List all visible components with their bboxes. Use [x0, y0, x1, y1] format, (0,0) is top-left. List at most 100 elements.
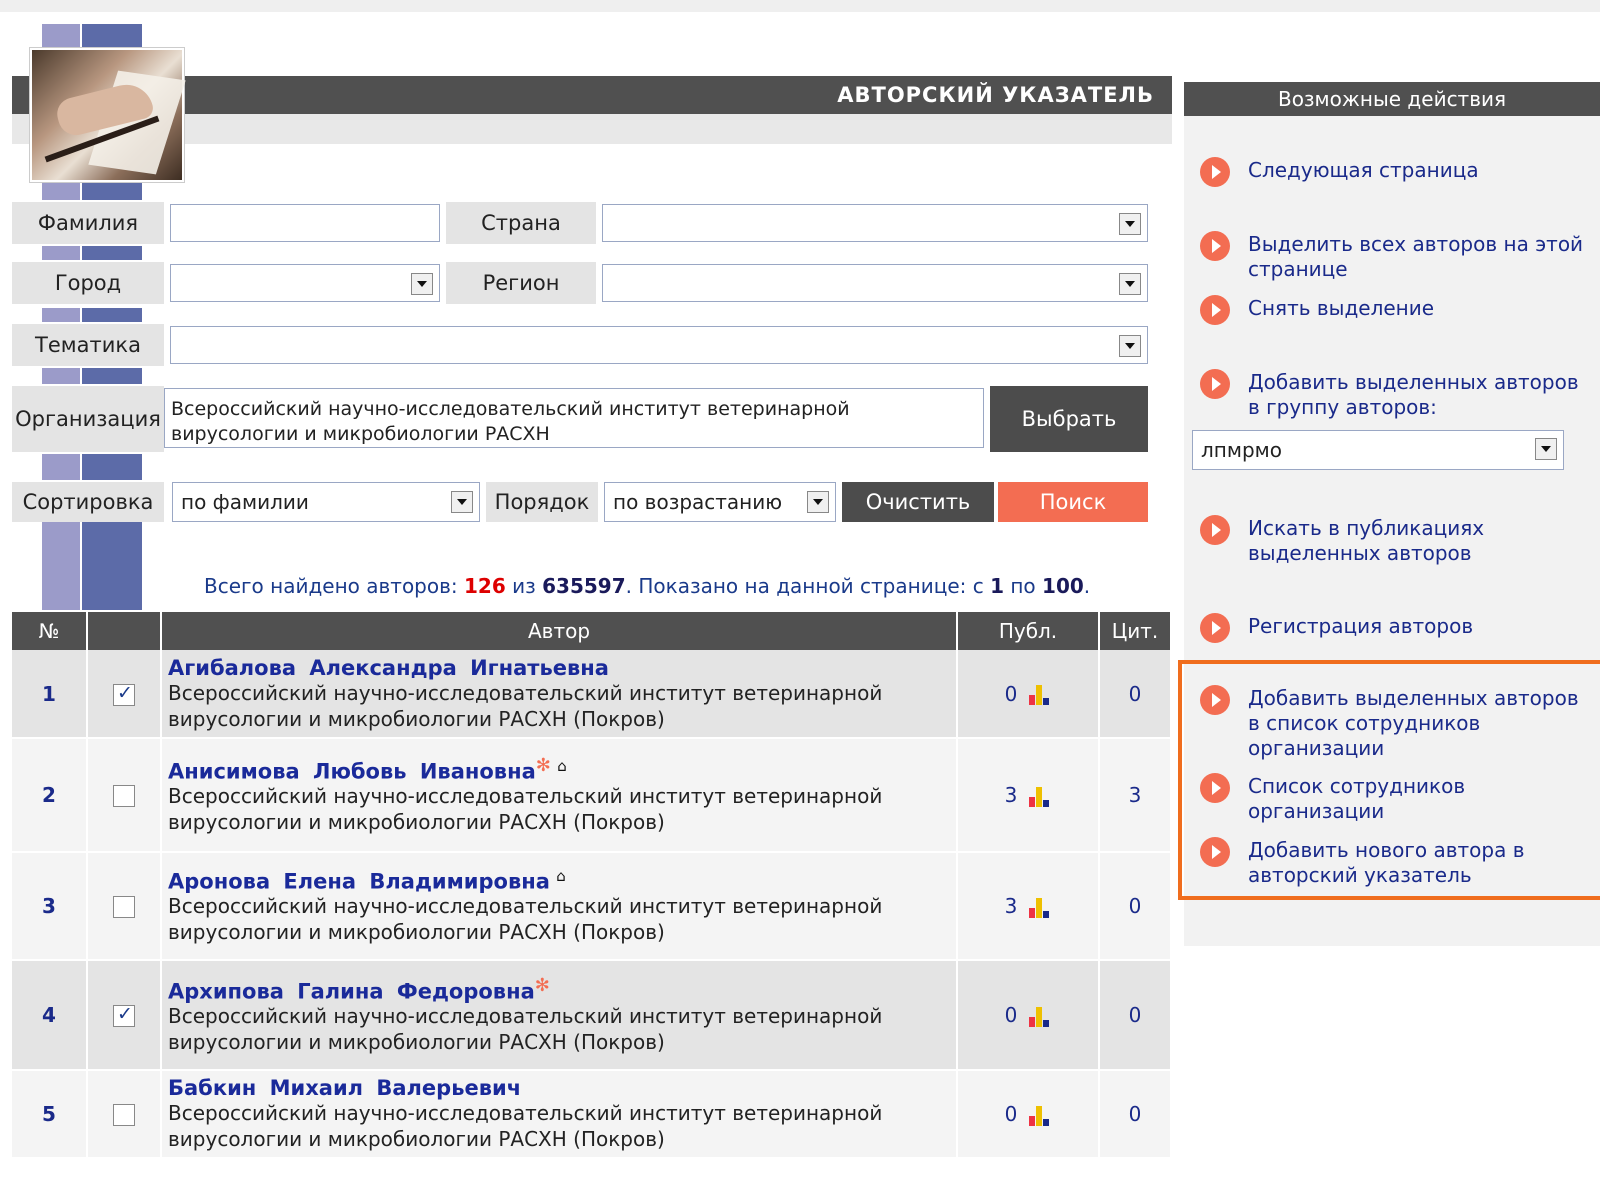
sort-label: Сортировка	[12, 482, 164, 522]
author-org: вирусологии и микробиологии РАСХН (Покро…	[168, 920, 665, 945]
author-name-link[interactable]: Архипова Галина Федоровна	[168, 979, 535, 1003]
city-label: Город	[12, 262, 164, 304]
star-icon: ✻	[535, 754, 551, 776]
organization-field[interactable]: Всероссийский научно-исследовательский и…	[164, 388, 984, 448]
decor-stripe	[82, 522, 142, 610]
cits-count[interactable]: 0	[1099, 960, 1172, 1071]
shown-to: 100	[1042, 574, 1084, 598]
arrow-right-icon	[1200, 295, 1230, 325]
header-subbar	[12, 114, 1172, 144]
decor-stripe	[42, 454, 80, 480]
found-prefix: Всего найдено авторов:	[204, 574, 458, 598]
decor-stripe	[42, 308, 80, 322]
author-name-link[interactable]: Аронова Елена Владимировна	[168, 869, 550, 893]
city-select[interactable]	[170, 264, 440, 302]
arrow-right-icon	[1200, 613, 1230, 643]
clear-button[interactable]: Очистить	[842, 482, 994, 522]
row-number: 2	[12, 738, 88, 853]
arrow-right-icon	[1200, 515, 1230, 545]
header-cits[interactable]: Цит.	[1099, 612, 1172, 650]
results-summary: Всего найдено авторов: 126 из 635597. По…	[204, 574, 1090, 598]
action-next-page[interactable]: Следующая страница	[1200, 157, 1588, 187]
cits-count[interactable]: 0	[1099, 650, 1172, 739]
row-checkbox[interactable]	[113, 682, 135, 706]
cits-count[interactable]: 0	[1099, 852, 1172, 961]
cits-count[interactable]: 3	[1099, 738, 1172, 853]
authors-table: № Автор Публ. Цит. 1 Агибалова Александр…	[12, 612, 1172, 1159]
order-select[interactable]: по возрастанию	[604, 482, 836, 522]
action-label: выделенных авторов	[1248, 541, 1472, 565]
bar-chart-icon[interactable]	[1029, 685, 1051, 705]
author-org: Всероссийский научно-исследовательский и…	[168, 680, 883, 705]
pubs-count[interactable]: 0	[1005, 1102, 1018, 1126]
group-select[interactable]: лпмрмо	[1192, 430, 1564, 470]
action-register-authors[interactable]: Регистрация авторов	[1200, 613, 1588, 643]
pubs-count[interactable]: 3	[1005, 894, 1018, 918]
decor-stripe	[82, 246, 142, 260]
author-name-link[interactable]: Агибалова Александра Игнатьевна	[168, 656, 955, 680]
order-label: Порядок	[486, 482, 598, 522]
search-button[interactable]: Поиск	[998, 482, 1148, 522]
author-org: Всероссийский научно-исследовательский и…	[168, 1101, 883, 1125]
order-value: по возрастанию	[613, 490, 783, 514]
chevron-down-icon[interactable]	[451, 491, 473, 513]
chevron-down-icon[interactable]	[807, 491, 829, 513]
row-checkbox[interactable]	[113, 896, 135, 919]
author-org: вирусологии и микробиологии РАСХН (Покро…	[168, 1030, 665, 1055]
page-header: АВТОРСКИЙ УКАЗАТЕЛЬ	[12, 76, 1172, 114]
chevron-down-icon[interactable]	[1119, 273, 1141, 295]
chevron-down-icon[interactable]	[411, 273, 433, 295]
shown-from: 1	[990, 574, 1004, 598]
region-select[interactable]	[602, 264, 1148, 302]
action-label: Регистрация авторов	[1248, 614, 1474, 638]
house-icon: ⌂	[556, 866, 566, 885]
cits-count[interactable]: 0	[1099, 1070, 1172, 1159]
house-icon: ⌂	[557, 756, 567, 775]
star-icon: ✻	[534, 974, 550, 996]
author-org: вирусологии и микробиологии РАСХН (Покро…	[168, 706, 665, 731]
action-search-publications[interactable]: Искать в публикациях выделенных авторов	[1200, 515, 1588, 566]
country-label: Страна	[446, 202, 596, 244]
organization-label: Организация	[12, 386, 164, 452]
chevron-down-icon[interactable]	[1119, 213, 1141, 235]
decor-stripe	[42, 368, 80, 384]
decor-stripe	[42, 522, 80, 610]
row-checkbox[interactable]	[113, 785, 135, 808]
decor-stripe	[82, 368, 142, 384]
shown-prefix: . Показано на данной странице: с	[625, 574, 984, 598]
bar-chart-icon[interactable]	[1029, 897, 1051, 918]
header-author[interactable]: Автор	[161, 612, 958, 650]
author-name-link[interactable]: Бабкин Михаил Валерьевич	[168, 1076, 955, 1100]
header-pubs[interactable]: Публ.	[957, 612, 1100, 650]
bar-chart-icon[interactable]	[1029, 786, 1051, 807]
bar-chart-icon[interactable]	[1029, 1105, 1051, 1126]
pubs-count[interactable]: 0	[1005, 682, 1018, 706]
action-select-all[interactable]: Выделить всех авторов на этой странице	[1200, 231, 1588, 282]
sort-select[interactable]: по фамилии	[172, 482, 480, 522]
country-select[interactable]	[602, 204, 1148, 242]
bar-chart-icon[interactable]	[1029, 1006, 1051, 1027]
row-checkbox[interactable]	[113, 1104, 135, 1127]
row-checkbox[interactable]	[113, 1003, 135, 1028]
region-label: Регион	[446, 262, 596, 304]
chevron-down-icon[interactable]	[1119, 335, 1141, 357]
topic-select[interactable]	[170, 326, 1148, 364]
pubs-count[interactable]: 0	[1005, 1003, 1018, 1027]
page-title: АВТОРСКИЙ УКАЗАТЕЛЬ	[837, 83, 1154, 107]
header-select	[87, 612, 162, 650]
of-word: из	[512, 574, 536, 598]
author-name-link[interactable]: Анисимова Любовь Ивановна	[168, 759, 536, 783]
action-label: в группу авторов:	[1248, 395, 1437, 419]
choose-button[interactable]: Выбрать	[990, 386, 1148, 452]
action-add-to-group[interactable]: Добавить выделенных авторов в группу авт…	[1200, 369, 1588, 420]
decor-stripe	[82, 24, 142, 48]
header-num[interactable]: №	[12, 612, 88, 650]
chevron-down-icon[interactable]	[1535, 438, 1557, 460]
pubs-count[interactable]: 3	[1005, 783, 1018, 807]
group-value: лпмрмо	[1201, 438, 1282, 462]
action-deselect[interactable]: Снять выделение	[1200, 295, 1588, 325]
header-photo	[30, 48, 186, 182]
action-label: Снять выделение	[1248, 296, 1435, 320]
surname-input[interactable]	[170, 204, 440, 242]
actions-title: Возможные действия	[1184, 82, 1600, 116]
